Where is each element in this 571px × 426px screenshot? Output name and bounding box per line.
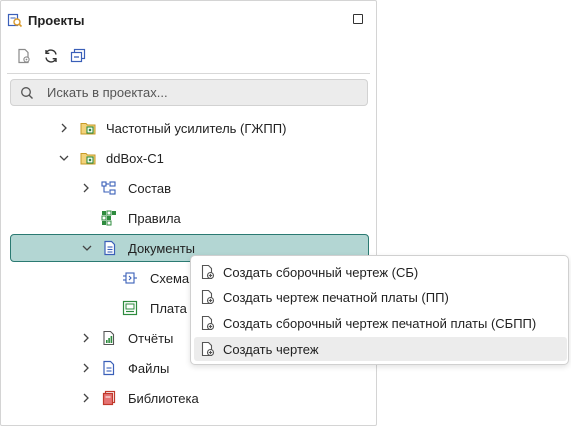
tree-item-label: Плата — [150, 300, 187, 316]
chevron-right-icon[interactable] — [81, 393, 91, 403]
new-drawing-icon — [200, 341, 216, 357]
panel-title: Проекты — [28, 12, 85, 28]
documents-icon — [102, 240, 118, 256]
tree-item-label: Библиотека — [128, 390, 199, 406]
project-icon — [80, 120, 96, 136]
schematic-icon — [122, 270, 138, 286]
menu-item-label: Создать чертеж — [223, 341, 319, 357]
tree-item-label: Документы — [128, 240, 196, 256]
panel-toolbar — [15, 47, 87, 65]
tree-item-label: ddBox-C1 — [106, 150, 164, 166]
refresh-icon[interactable] — [42, 47, 60, 65]
panel-header: Проекты — [7, 11, 84, 29]
chevron-right-icon[interactable] — [81, 363, 91, 373]
chevron-right-icon[interactable] — [81, 183, 91, 193]
tree-item-label: Отчёты — [128, 330, 174, 346]
menu-item-label: Создать сборочный чертеж печатной платы … — [223, 315, 537, 331]
tree-item-composition[interactable]: Состав — [1, 175, 376, 201]
tree-item-label: Частотный усилитель (ГЖПП) — [106, 120, 287, 136]
board-icon — [122, 300, 138, 316]
context-menu: Создать сборочный чертеж (СБ) Создать че… — [190, 255, 569, 365]
reports-icon — [101, 330, 117, 346]
toolbar-divider — [7, 73, 370, 74]
collapse-all-icon[interactable] — [69, 47, 87, 65]
new-drawing-icon — [200, 315, 216, 331]
chevron-down-icon[interactable] — [82, 243, 92, 253]
tree-item-project[interactable]: Частотный усилитель (ГЖПП) — [1, 115, 376, 141]
composition-icon — [101, 180, 117, 196]
menu-item-create-pcb-assembly-drawing[interactable]: Создать сборочный чертеж печатной платы … — [194, 311, 567, 335]
files-icon — [101, 360, 117, 376]
tree-item-library[interactable]: Библиотека — [1, 385, 376, 411]
menu-item-create-assembly-drawing[interactable]: Создать сборочный чертеж (СБ) — [194, 260, 567, 284]
rules-icon — [101, 210, 117, 226]
library-icon — [101, 390, 117, 406]
chevron-right-icon[interactable] — [81, 333, 91, 343]
new-drawing-icon — [200, 289, 216, 305]
tree-item-label: Файлы — [128, 360, 170, 376]
new-project-icon[interactable] — [15, 47, 33, 65]
maximize-icon[interactable] — [353, 14, 363, 24]
search-box[interactable] — [10, 79, 368, 106]
new-drawing-icon — [200, 264, 216, 280]
project-icon — [80, 150, 96, 166]
menu-item-label: Создать чертеж печатной платы (ПП) — [223, 289, 449, 305]
menu-item-create-drawing[interactable]: Создать чертеж — [194, 337, 567, 361]
tree-item-project[interactable]: ddBox-C1 — [1, 145, 376, 171]
tree-item-label: Правила — [128, 210, 181, 226]
tree-item-label: Состав — [128, 180, 172, 196]
projects-search-icon — [7, 12, 23, 28]
menu-item-create-pcb-drawing[interactable]: Создать чертеж печатной платы (ПП) — [194, 285, 567, 309]
chevron-right-icon[interactable] — [59, 123, 69, 133]
tree-item-rules[interactable]: Правила — [1, 205, 376, 231]
tree-item-label: Схема — [150, 270, 190, 286]
search-icon — [20, 86, 34, 100]
chevron-down-icon[interactable] — [59, 153, 69, 163]
menu-item-label: Создать сборочный чертеж (СБ) — [223, 264, 419, 280]
search-input[interactable] — [45, 84, 349, 101]
